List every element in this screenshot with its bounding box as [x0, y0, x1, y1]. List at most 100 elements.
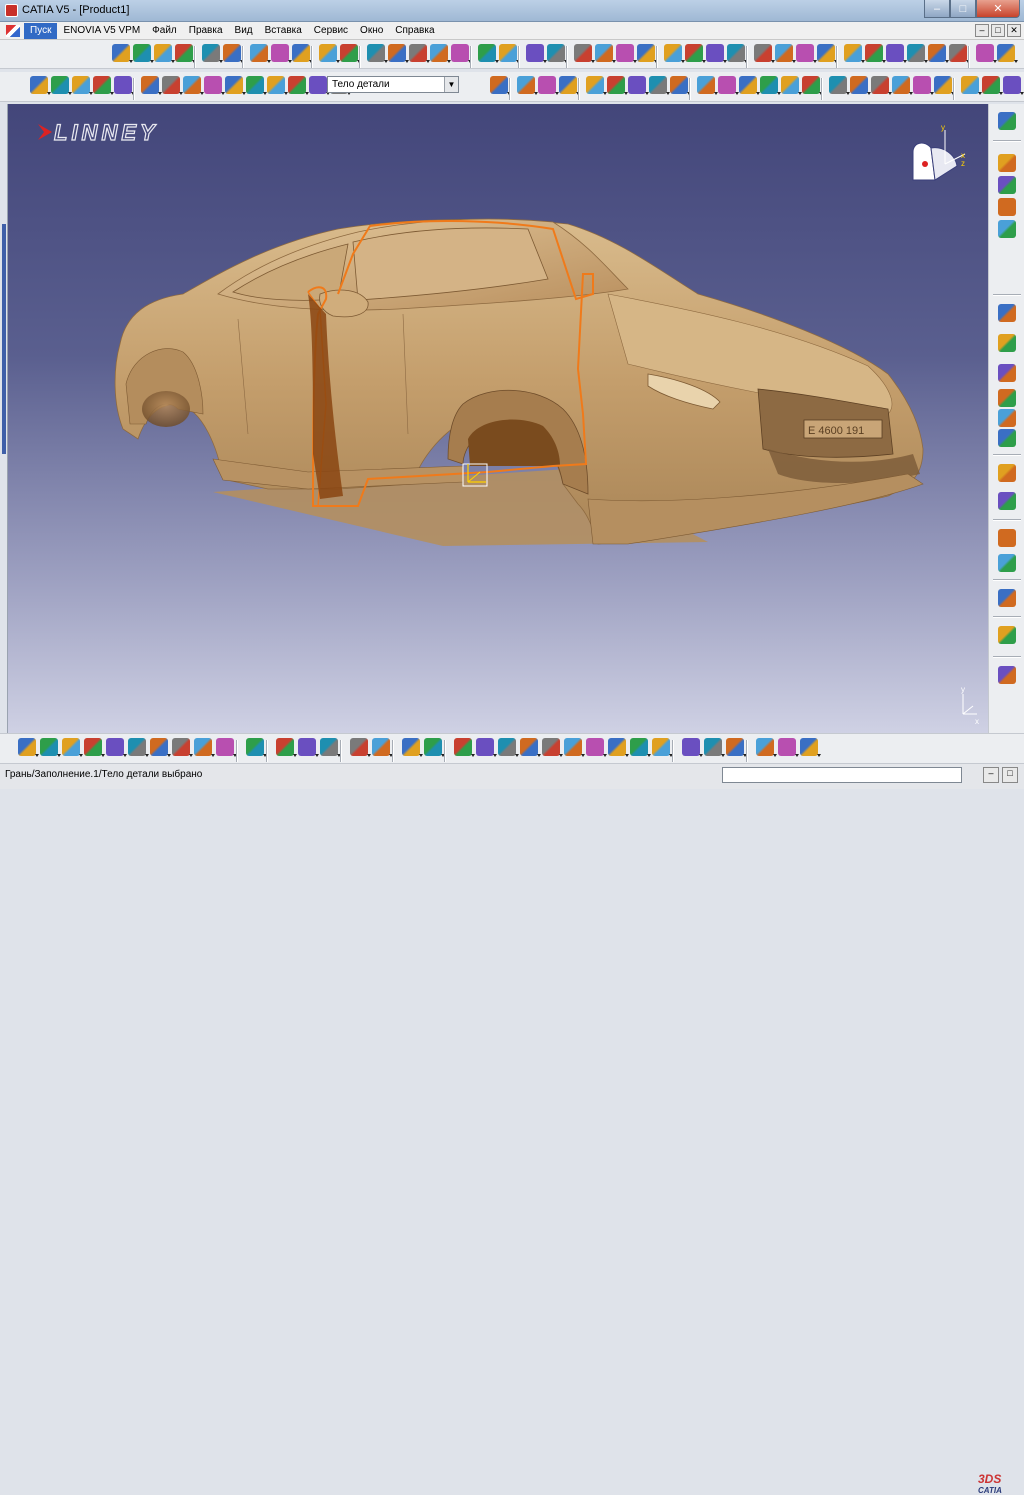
menu-window[interactable]: Окно [354, 23, 389, 39]
toolbar-tool-icon[interactable] [478, 44, 499, 63]
status-maximize-button[interactable]: □ [1002, 767, 1018, 783]
toolbar-tool-icon[interactable] [271, 44, 292, 63]
toolbar-tool-icon[interactable] [204, 76, 225, 95]
right-toolbar-tool-icon[interactable] [998, 304, 1016, 322]
toolbar-tool-icon[interactable] [800, 738, 821, 757]
menu-start[interactable]: Пуск [24, 22, 58, 39]
chevron-down-icon[interactable]: ▼ [444, 77, 458, 92]
right-toolbar-tool-icon[interactable] [998, 492, 1016, 510]
toolbar-tool-icon[interactable] [756, 738, 777, 757]
toolbar-tool-icon[interactable] [72, 76, 93, 95]
toolbar-tool-icon[interactable] [949, 44, 970, 63]
toolbar-tool-icon[interactable] [183, 76, 204, 95]
toolbar-tool-icon[interactable] [586, 76, 607, 95]
toolbar-tool-icon[interactable] [175, 44, 196, 63]
toolbar-tool-icon[interactable] [608, 738, 629, 757]
toolbar-tool-icon[interactable] [367, 44, 388, 63]
toolbar-tool-icon[interactable] [451, 44, 472, 63]
toolbar-tool-icon[interactable] [216, 738, 237, 757]
right-toolbar-tool-icon[interactable] [998, 409, 1016, 427]
toolbar-tool-icon[interactable] [760, 76, 781, 95]
right-toolbar-tool-icon[interactable] [998, 554, 1016, 572]
toolbar-tool-icon[interactable] [106, 738, 127, 757]
toolbar-tool-icon[interactable] [559, 76, 580, 95]
menu-help[interactable]: Справка [389, 23, 440, 39]
command-input[interactable] [722, 767, 962, 783]
minimize-button[interactable]: – [924, 0, 950, 18]
right-toolbar-tool-icon[interactable] [998, 334, 1016, 352]
toolbar-tool-icon[interactable] [454, 738, 475, 757]
toolbar-tool-icon[interactable] [727, 44, 748, 63]
toolbar-tool-icon[interactable] [726, 738, 747, 757]
toolbar-tool-icon[interactable] [829, 76, 850, 95]
right-toolbar-tool-icon[interactable] [998, 389, 1016, 407]
toolbar-tool-icon[interactable] [850, 76, 871, 95]
toolbar-tool-icon[interactable] [340, 44, 361, 63]
right-toolbar-tool-icon[interactable] [998, 464, 1016, 482]
toolbar-tool-icon[interactable] [997, 44, 1018, 63]
toolbar-tool-icon[interactable] [586, 738, 607, 757]
menu-edit[interactable]: Правка [183, 23, 229, 39]
toolbar-tool-icon[interactable] [150, 738, 171, 757]
toolbar-tool-icon[interactable] [128, 738, 149, 757]
toolbar-tool-icon[interactable] [51, 76, 72, 95]
toolbar-tool-icon[interactable] [246, 738, 267, 757]
toolbar-tool-icon[interactable] [682, 738, 703, 757]
toolbar-tool-icon[interactable] [246, 76, 267, 95]
toolbar-tool-icon[interactable] [133, 44, 154, 63]
toolbar-tool-icon[interactable] [637, 44, 658, 63]
toolbar-tool-icon[interactable] [320, 738, 341, 757]
toolbar-tool-icon[interactable] [276, 738, 297, 757]
toolbar-tool-icon[interactable] [424, 738, 445, 757]
toolbar-tool-icon[interactable] [547, 44, 568, 63]
menu-file[interactable]: Файл [146, 23, 183, 39]
toolbar-tool-icon[interactable] [607, 76, 628, 95]
toolbar-tool-icon[interactable] [430, 44, 451, 63]
catia-app-icon[interactable] [5, 4, 18, 17]
toolbar-tool-icon[interactable] [288, 76, 309, 95]
toolbar-tool-icon[interactable] [871, 76, 892, 95]
toolbar-tool-icon[interactable] [162, 76, 183, 95]
toolbar-tool-icon[interactable] [739, 76, 760, 95]
toolbar-tool-icon[interactable] [40, 738, 61, 757]
toolbar-tool-icon[interactable] [934, 76, 955, 95]
toolbar-tool-icon[interactable] [194, 738, 215, 757]
menu-insert[interactable]: Вставка [259, 23, 308, 39]
menu-enovia[interactable]: ENOVIA V5 VPM [57, 23, 146, 39]
toolbar-tool-icon[interactable] [844, 44, 865, 63]
toolbar-tool-icon[interactable] [616, 44, 637, 63]
maximize-button[interactable]: □ [950, 0, 976, 18]
toolbar-tool-icon[interactable] [309, 76, 330, 95]
toolbar-tool-icon[interactable] [892, 76, 913, 95]
toolbar-tool-icon[interactable] [225, 76, 246, 95]
toolbar-tool-icon[interactable] [574, 44, 595, 63]
toolbar-tool-icon[interactable] [706, 44, 727, 63]
toolbar-tool-icon[interactable] [141, 76, 162, 95]
doc-close-button[interactable]: ✕ [1007, 24, 1021, 37]
toolbar-tool-icon[interactable] [542, 738, 563, 757]
right-toolbar-tool-icon[interactable] [998, 198, 1016, 216]
toolbar-tool-icon[interactable] [298, 738, 319, 757]
toolbar-tool-icon[interactable] [154, 44, 175, 63]
status-minimize-button[interactable]: – [983, 767, 999, 783]
doc-restore-button[interactable]: □ [991, 24, 1005, 37]
toolbar-tool-icon[interactable] [907, 44, 928, 63]
toolbar-tool-icon[interactable] [754, 44, 775, 63]
toolbar-tool-icon[interactable] [114, 76, 135, 95]
toolbar-tool-icon[interactable] [112, 44, 133, 63]
toolbar-tool-icon[interactable] [928, 44, 949, 63]
toolbar-tool-icon[interactable] [350, 738, 371, 757]
toolbar-tool-icon[interactable] [490, 76, 511, 95]
toolbar-tool-icon[interactable] [775, 44, 796, 63]
catia-menu-icon[interactable] [6, 24, 20, 37]
doc-minimize-button[interactable]: – [975, 24, 989, 37]
toolbar-tool-icon[interactable] [476, 738, 497, 757]
toolbar-tool-icon[interactable] [913, 76, 934, 95]
toolbar-tool-icon[interactable] [517, 76, 538, 95]
toolbar-tool-icon[interactable] [961, 76, 982, 95]
toolbar-tool-icon[interactable] [652, 738, 673, 757]
toolbar-tool-icon[interactable] [319, 44, 340, 63]
toolbar-tool-icon[interactable] [886, 44, 907, 63]
right-toolbar-tool-icon[interactable] [998, 666, 1016, 684]
toolbar-tool-icon[interactable] [664, 44, 685, 63]
